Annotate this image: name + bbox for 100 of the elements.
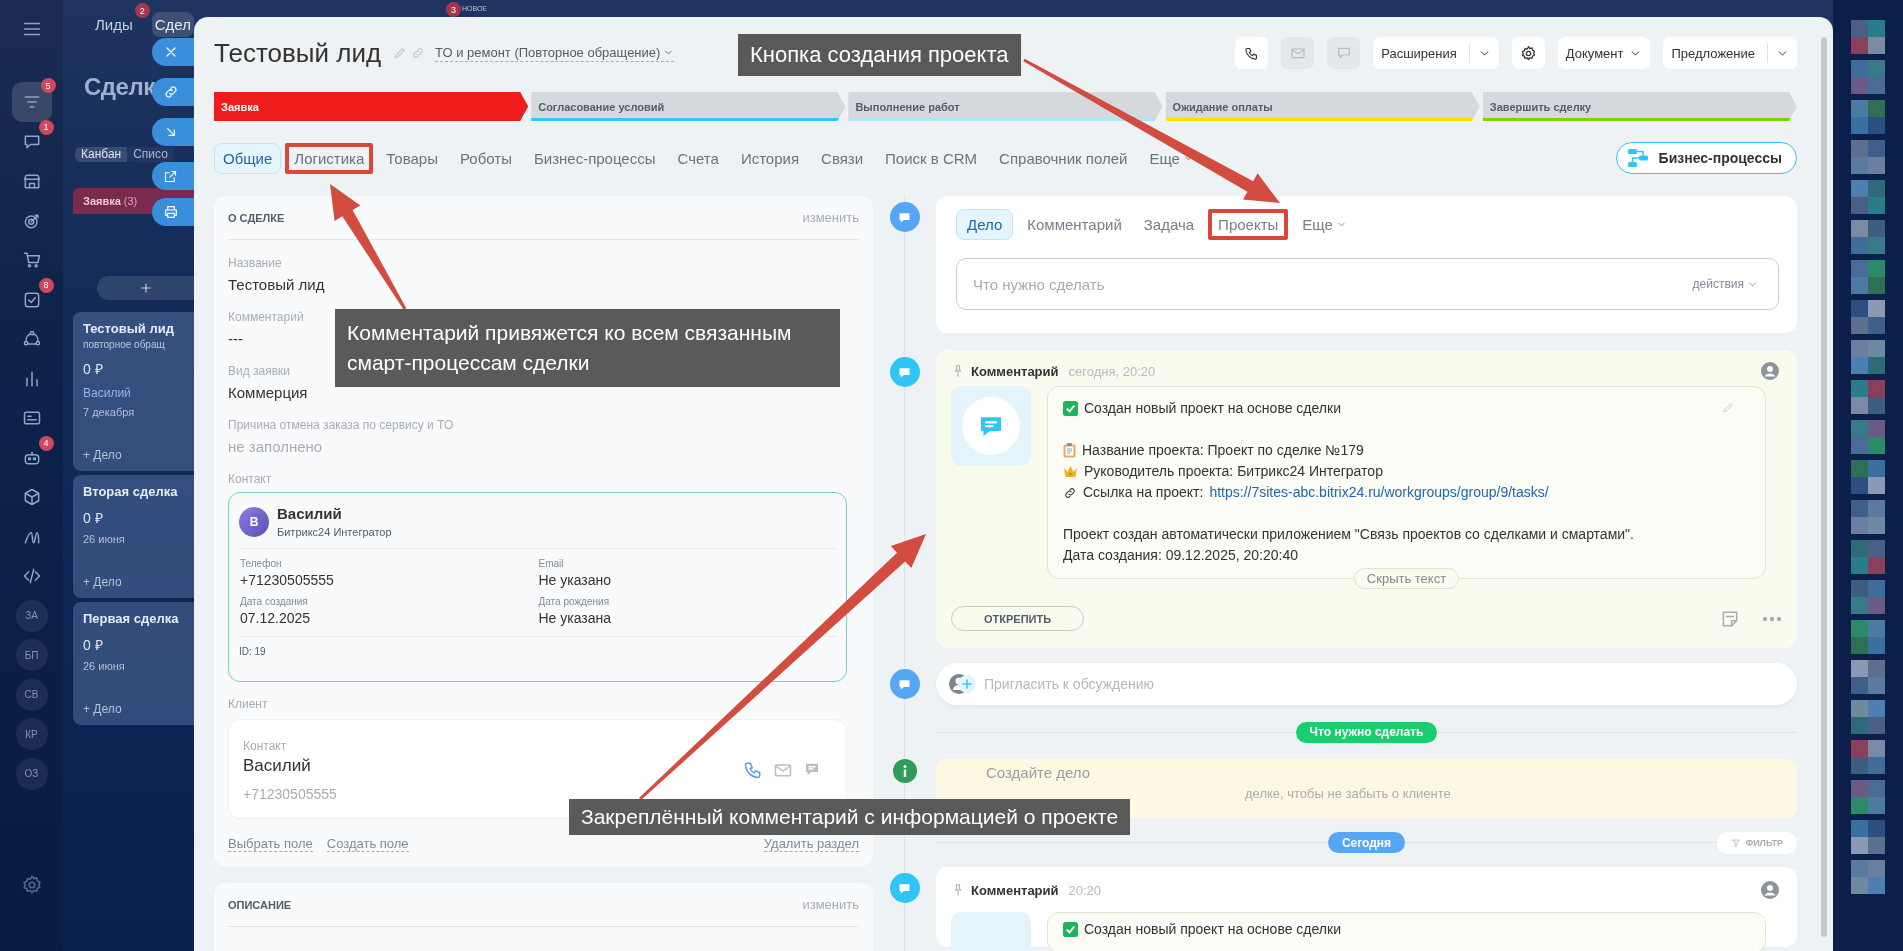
field-action-link[interactable]: Создать поле	[326, 836, 409, 852]
tab[interactable]: Бизнес-процессы	[524, 142, 665, 174]
blurred-avatar[interactable]	[1851, 580, 1885, 614]
minimize-button[interactable]	[152, 118, 194, 146]
category-dropdown[interactable]: ТО и ремонт (Повторное обращение)	[435, 44, 675, 62]
add-activity-link[interactable]: + Дело	[83, 575, 184, 589]
close-button[interactable]	[152, 38, 194, 66]
blurred-avatar[interactable]	[1851, 100, 1885, 134]
task-box[interactable]: Что нужно сделать действия	[956, 258, 1779, 310]
stage-step[interactable]: Выполнение работ	[848, 92, 1163, 121]
call-button[interactable]	[1235, 37, 1269, 69]
blurred-avatar[interactable]	[1851, 780, 1885, 814]
blurred-avatar[interactable]	[1851, 340, 1885, 374]
split-button[interactable]: Расширения	[1373, 37, 1499, 69]
blurred-avatar[interactable]	[1851, 540, 1885, 574]
blurred-avatar[interactable]	[1851, 460, 1885, 494]
more-tab[interactable]: Еще	[1140, 142, 1203, 174]
blurred-avatar[interactable]	[1851, 860, 1885, 894]
task-field[interactable]: Что нужно сделать	[971, 274, 1687, 294]
add-activity-link[interactable]: + Дело	[83, 702, 184, 716]
filter-button[interactable]: ФИЛЬТР	[1717, 831, 1797, 854]
blurred-avatar[interactable]	[1851, 140, 1885, 174]
checkbox-icon	[1063, 401, 1078, 416]
tab[interactable]: Дело	[956, 209, 1014, 240]
blurred-avatar[interactable]	[1851, 380, 1885, 414]
edit-link[interactable]: изменить	[802, 210, 859, 225]
tab[interactable]: Задача	[1135, 209, 1203, 240]
stage-step[interactable]: Заявка	[214, 92, 529, 121]
contact-link[interactable]: Василий	[83, 386, 184, 400]
actions-dropdown[interactable]: действия	[1686, 276, 1764, 292]
blurred-avatar[interactable]	[1851, 20, 1885, 54]
tab[interactable]: Проекты	[1208, 209, 1289, 240]
stage-step[interactable]: Согласование условий	[531, 92, 846, 121]
open-new-window-button[interactable]	[152, 162, 194, 190]
invite-bar[interactable]: Пригласить к обсуждению	[936, 663, 1797, 705]
add-button[interactable]	[97, 276, 194, 300]
edit-link[interactable]: изменить	[802, 897, 859, 912]
dropdown-button[interactable]: Документ	[1557, 37, 1651, 69]
blurred-avatar[interactable]	[1851, 220, 1885, 254]
top-tab[interactable]: Сдел	[151, 12, 194, 37]
tab[interactable]: Товары	[377, 142, 447, 174]
blurred-avatar[interactable]	[1851, 620, 1885, 654]
sidebar-button[interactable]: ОЗ	[15, 757, 48, 790]
split-button[interactable]: Предложение	[1663, 37, 1797, 69]
blurred-avatar[interactable]	[1851, 260, 1885, 294]
project-link[interactable]: https://7sites-abc.bitrix24.ru/workgroups/group/9/tasks/	[1209, 482, 1549, 503]
stage-step[interactable]: Ожидание оплаты	[1165, 92, 1480, 121]
tab[interactable]: Логистика	[285, 142, 374, 174]
print-button[interactable]	[152, 198, 194, 226]
client-name[interactable]: Василий	[243, 756, 743, 776]
blurred-avatar[interactable]	[1851, 180, 1885, 214]
scrollbar[interactable]	[1821, 37, 1827, 937]
todo-text: делке, чтобы не забыть о клиенте	[1244, 786, 1452, 801]
delete-section-link[interactable]: Удалить раздел	[763, 836, 859, 852]
deal-card[interactable]: Вторая сделка 0 ₽ 26 июня + Дело	[73, 475, 194, 598]
more-tab[interactable]: Еще	[1294, 209, 1355, 240]
blurred-avatar[interactable]	[1851, 500, 1885, 534]
comment-title: Комментарий	[971, 363, 1059, 379]
tab[interactable]: Справочник полей	[990, 142, 1137, 174]
sidebar-button[interactable]: БП	[15, 639, 48, 671]
field-action-link[interactable]: Выбрать поле	[228, 836, 313, 852]
printer-icon	[163, 204, 179, 220]
deal-card[interactable]: Первая сделка 0 ₽ 26 июня + Дело	[73, 602, 194, 725]
add-activity-link[interactable]: + Дело	[83, 448, 184, 462]
blurred-avatar[interactable]	[1851, 820, 1885, 854]
tab[interactable]: Связи	[812, 142, 873, 174]
add-user-icon	[948, 673, 978, 695]
sidebar-button[interactable]: СВ	[15, 678, 48, 711]
business-process-button[interactable]: Бизнес-процессы	[1615, 142, 1797, 174]
blurred-avatar[interactable]	[1851, 700, 1885, 734]
blurred-avatar[interactable]	[1851, 660, 1885, 694]
stage-step[interactable]: Завершить сделку	[1482, 92, 1797, 121]
more-icon[interactable]	[1762, 615, 1782, 622]
contact-id: ID: 19	[239, 646, 267, 657]
blurred-avatar[interactable]	[1851, 300, 1885, 334]
filter-icon	[1731, 837, 1742, 848]
sidebar-button[interactable]: ЗА	[15, 599, 48, 632]
deal-card[interactable]: Тестовый лид повторное обращ 0 ₽ Василий 7 декабря + Дело	[73, 312, 194, 471]
blurred-avatar[interactable]	[1851, 420, 1885, 454]
tab[interactable]: Счета	[668, 142, 728, 174]
blurred-avatar[interactable]	[1851, 60, 1885, 94]
comment-text: Руководитель проекта: Битрикс24 Интегратор	[1084, 462, 1383, 481]
blurred-avatar[interactable]	[1851, 740, 1885, 774]
tab[interactable]: Комментарий	[1019, 209, 1130, 240]
sidebar-button[interactable]: КР	[15, 718, 48, 750]
tab[interactable]: Роботы	[450, 142, 521, 174]
card-title: Вторая сделка	[83, 484, 179, 499]
user-icon[interactable]	[1761, 881, 1779, 899]
view-tab[interactable]: Канбан	[75, 147, 128, 162]
settings-button[interactable]	[1511, 37, 1545, 69]
tab[interactable]: Общие	[214, 142, 282, 174]
contact-name[interactable]: Василий	[277, 505, 392, 522]
view-tab[interactable]: Списо	[127, 147, 174, 162]
user-icon[interactable]	[1761, 362, 1779, 380]
collapse-text-button[interactable]: Скрыть текст	[1353, 568, 1460, 589]
card-amount: 0 ₽	[83, 360, 104, 378]
tab[interactable]: Поиск в CRM	[876, 142, 987, 174]
link-icon	[411, 46, 426, 60]
invite-field[interactable]: Пригласить к обсуждению	[982, 675, 1785, 693]
tab[interactable]: История	[731, 142, 809, 174]
